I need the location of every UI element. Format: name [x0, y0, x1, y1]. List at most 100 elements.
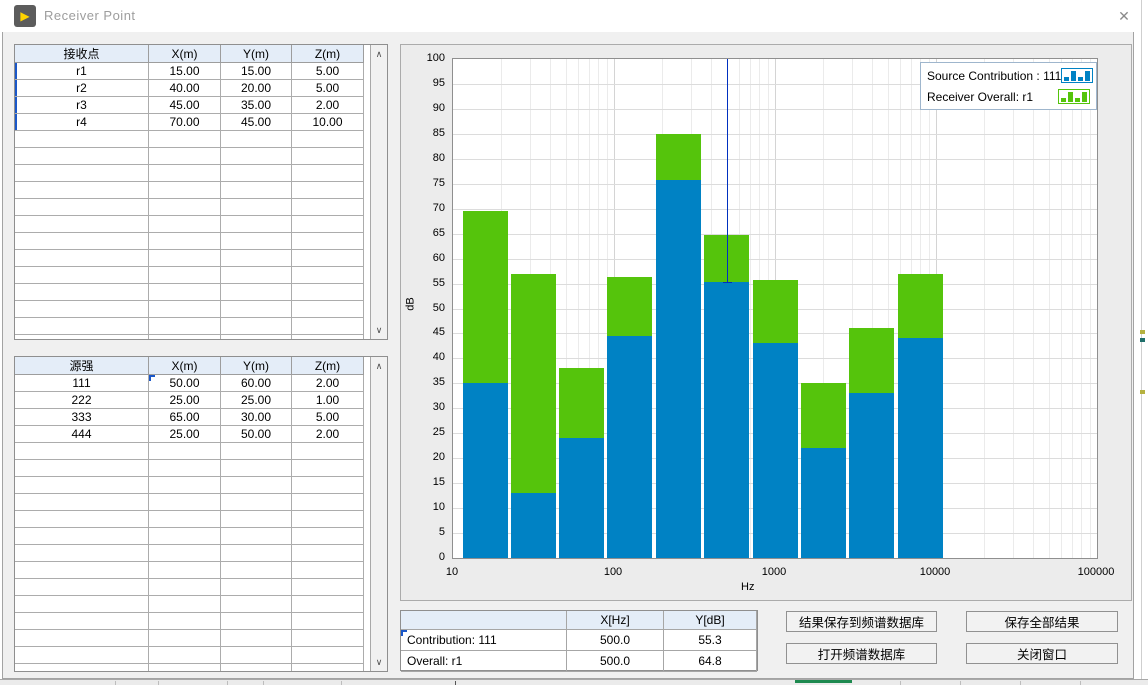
empty-cell[interactable]	[221, 647, 292, 664]
empty-table-row[interactable]	[15, 301, 370, 318]
empty-table-row[interactable]	[15, 511, 370, 528]
empty-cell[interactable]	[149, 199, 221, 216]
empty-cell[interactable]	[292, 647, 364, 664]
save-all-results-button[interactable]: 保存全部结果	[966, 611, 1118, 632]
empty-cell[interactable]	[292, 182, 364, 199]
empty-cell[interactable]	[292, 148, 364, 165]
empty-cell[interactable]	[221, 216, 292, 233]
empty-table-row[interactable]	[15, 216, 370, 233]
empty-cell[interactable]	[292, 233, 364, 250]
empty-cell[interactable]	[149, 511, 221, 528]
table-cell[interactable]: 15.00	[221, 63, 292, 80]
empty-cell[interactable]	[292, 443, 364, 460]
empty-table-row[interactable]	[15, 613, 370, 630]
empty-cell[interactable]	[15, 318, 149, 335]
empty-cell[interactable]	[149, 267, 221, 284]
empty-cell[interactable]	[292, 545, 364, 562]
table-row[interactable]: 44425.0050.002.00	[15, 426, 370, 443]
plot-area[interactable]	[452, 58, 1098, 559]
table-cell[interactable]: 111	[15, 375, 149, 392]
empty-cell[interactable]	[221, 545, 292, 562]
empty-cell[interactable]	[221, 596, 292, 613]
receiver-table[interactable]: 接收点X(m)Y(m)Z(m)r115.0015.005.00r240.0020…	[15, 45, 370, 339]
empty-cell[interactable]	[292, 131, 364, 148]
empty-cell[interactable]	[15, 267, 149, 284]
empty-cell[interactable]	[149, 318, 221, 335]
table-cell[interactable]: 1.00	[292, 392, 364, 409]
empty-cell[interactable]	[15, 630, 149, 647]
table-cell[interactable]: 40.00	[149, 80, 221, 97]
empty-table-row[interactable]	[15, 562, 370, 579]
table-cell[interactable]: 30.00	[221, 409, 292, 426]
empty-cell[interactable]	[149, 233, 221, 250]
table-cell[interactable]: 25.00	[149, 392, 221, 409]
empty-cell[interactable]	[149, 335, 221, 339]
empty-cell[interactable]	[15, 460, 149, 477]
empty-cell[interactable]	[149, 443, 221, 460]
empty-cell[interactable]	[292, 335, 364, 339]
empty-cell[interactable]	[149, 562, 221, 579]
table-cell[interactable]: 65.00	[149, 409, 221, 426]
empty-cell[interactable]	[292, 460, 364, 477]
empty-table-row[interactable]	[15, 443, 370, 460]
empty-cell[interactable]	[15, 511, 149, 528]
empty-cell[interactable]	[149, 477, 221, 494]
empty-cell[interactable]	[149, 613, 221, 630]
table-cell[interactable]: 5.00	[292, 409, 364, 426]
empty-cell[interactable]	[15, 199, 149, 216]
empty-cell[interactable]	[221, 613, 292, 630]
empty-cell[interactable]	[149, 647, 221, 664]
table-cell[interactable]: 2.00	[292, 426, 364, 443]
table-cell[interactable]: 60.00	[221, 375, 292, 392]
empty-cell[interactable]	[221, 131, 292, 148]
empty-cell[interactable]	[221, 460, 292, 477]
table-cell[interactable]: 2.00	[292, 375, 364, 392]
empty-cell[interactable]	[15, 596, 149, 613]
empty-cell[interactable]	[292, 596, 364, 613]
empty-table-row[interactable]	[15, 267, 370, 284]
empty-cell[interactable]	[149, 182, 221, 199]
empty-table-row[interactable]	[15, 579, 370, 596]
empty-cell[interactable]	[221, 182, 292, 199]
empty-cell[interactable]	[15, 647, 149, 664]
empty-cell[interactable]	[292, 613, 364, 630]
table-row[interactable]: 33365.0030.005.00	[15, 409, 370, 426]
empty-cell[interactable]	[292, 216, 364, 233]
empty-cell[interactable]	[15, 165, 149, 182]
empty-cell[interactable]	[149, 545, 221, 562]
empty-cell[interactable]	[15, 579, 149, 596]
empty-cell[interactable]	[149, 250, 221, 267]
empty-cell[interactable]	[15, 301, 149, 318]
plot-cursor-cross[interactable]	[723, 282, 732, 283]
table-cell[interactable]: 2.00	[292, 97, 364, 114]
empty-table-row[interactable]	[15, 318, 370, 335]
close-window-button[interactable]: 关闭窗口	[966, 643, 1118, 664]
empty-table-row[interactable]	[15, 284, 370, 301]
empty-table-row[interactable]	[15, 545, 370, 562]
empty-cell[interactable]	[15, 284, 149, 301]
scroll-up-icon[interactable]: ∧	[371, 358, 387, 374]
table-cell[interactable]: 333	[15, 409, 149, 426]
table-cell[interactable]: 25.00	[149, 426, 221, 443]
empty-cell[interactable]	[292, 562, 364, 579]
empty-cell[interactable]	[15, 250, 149, 267]
empty-cell[interactable]	[292, 267, 364, 284]
plot-legend[interactable]: Source Contribution : 111Receiver Overal…	[920, 62, 1097, 110]
empty-table-row[interactable]	[15, 630, 370, 647]
empty-table-row[interactable]	[15, 460, 370, 477]
empty-cell[interactable]	[221, 630, 292, 647]
close-icon[interactable]: ✕	[1110, 2, 1138, 30]
empty-cell[interactable]	[149, 148, 221, 165]
table-row[interactable]: r115.0015.005.00	[15, 63, 370, 80]
empty-cell[interactable]	[221, 562, 292, 579]
empty-table-row[interactable]	[15, 131, 370, 148]
empty-table-row[interactable]	[15, 335, 370, 339]
empty-cell[interactable]	[292, 199, 364, 216]
empty-cell[interactable]	[221, 528, 292, 545]
empty-cell[interactable]	[221, 494, 292, 511]
empty-cell[interactable]	[149, 528, 221, 545]
table-cell[interactable]: 222	[15, 392, 149, 409]
empty-cell[interactable]	[15, 131, 149, 148]
empty-cell[interactable]	[15, 494, 149, 511]
source-table-scrollbar[interactable]: ∧ ∨	[370, 357, 387, 671]
